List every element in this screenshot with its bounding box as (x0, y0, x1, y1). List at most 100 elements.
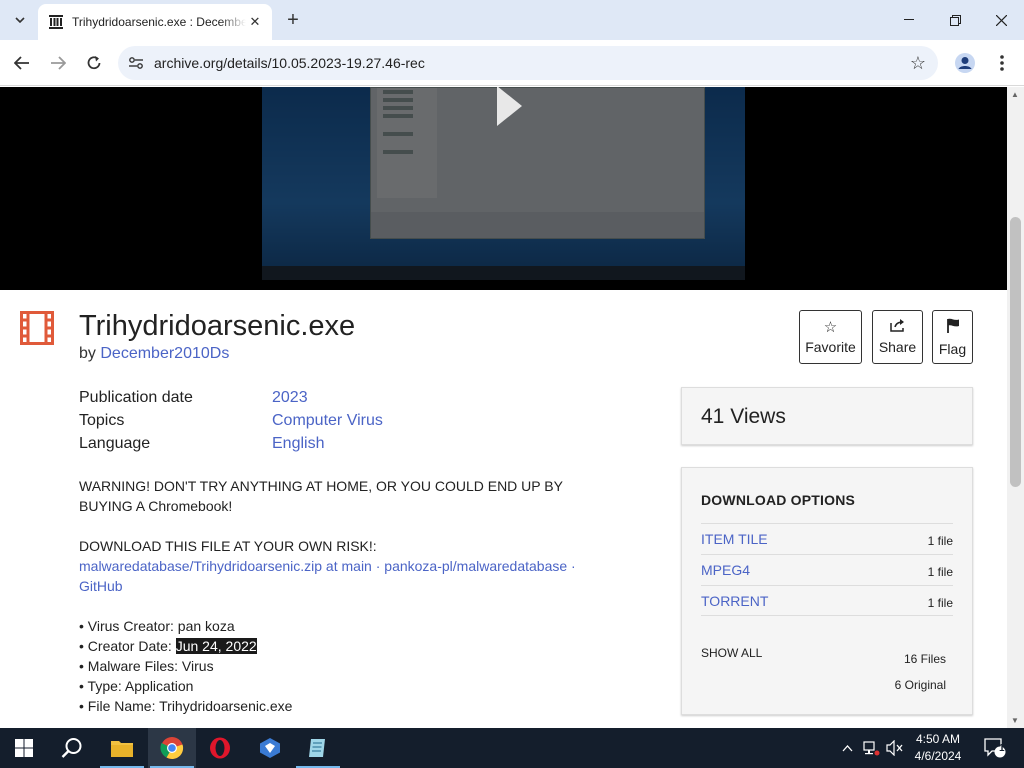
by-label: by (79, 345, 96, 362)
bullet-label: • Type: (79, 678, 125, 694)
download-torrent-link[interactable]: TORRENT (701, 593, 768, 609)
download-item-tile-link[interactable]: ITEM TILE (701, 531, 768, 547)
video-player[interactable] (0, 87, 1007, 290)
network-icon[interactable] (860, 728, 882, 768)
notification-count: 1 (999, 743, 1005, 754)
taskbar-app-notepad[interactable] (294, 728, 342, 768)
bullet-value: Virus (181, 658, 214, 674)
metadata-key: Language (79, 434, 151, 452)
warning-text: WARNING! DON'T TRY ANYTHING AT HOME, OR … (79, 478, 563, 514)
minimize-icon (904, 19, 914, 20)
flag-icon (946, 318, 960, 338)
url-text: archive.org/details/10.05.2023-19.27.46-… (154, 55, 425, 71)
back-button[interactable] (8, 49, 36, 77)
metadata-key: Publication date (79, 388, 193, 406)
favorite-label: Favorite (805, 338, 856, 355)
show-all-link[interactable]: SHOW ALL (701, 646, 762, 660)
views-panel: 41 Views (681, 387, 973, 445)
github-link[interactable]: malwaredatabase/Trihydridoarsenic.zip at… (79, 558, 576, 594)
bullet-value: pan koza (177, 618, 235, 634)
search-icon (61, 738, 82, 758)
bookmark-star-icon[interactable]: ☆ (910, 53, 926, 74)
taskbar-app-blue[interactable] (246, 728, 294, 768)
metadata-list: Publication date 2023 Topics Computer Vi… (79, 386, 383, 455)
item-description: WARNING! DON'T TRY ANYTHING AT HOME, OR … (79, 476, 599, 716)
close-tab-icon[interactable]: ✕ (246, 13, 264, 31)
scroll-down-icon[interactable]: ▼ (1011, 716, 1019, 725)
bullet-label: • Virus Creator: (79, 618, 178, 634)
video-thumbnail (262, 87, 745, 280)
bullet-item: • Virus Creator: pan koza (79, 616, 599, 636)
metadata-key: Topics (79, 411, 125, 429)
profile-button[interactable] (952, 50, 978, 76)
bullet-label: • Malware Files: (79, 658, 182, 674)
download-mpeg4-link[interactable]: MPEG4 (701, 562, 750, 578)
play-icon[interactable] (484, 87, 534, 126)
arrow-left-icon (14, 56, 29, 70)
bullet-value-selected: Jun 24, 2022 (175, 638, 257, 654)
reload-icon (87, 56, 101, 70)
taskbar-search-button[interactable] (48, 728, 96, 768)
file-count: 1 file (927, 534, 953, 548)
tab-strip: Trihydridoarsenic.exe : December2010Ds ✕… (0, 0, 1024, 40)
notification-center-button[interactable]: 1 (980, 728, 1010, 768)
forward-button[interactable] (44, 49, 72, 77)
bullet-label: • File Name: (79, 698, 160, 714)
flag-button[interactable]: Flag (932, 310, 973, 364)
download-note: DOWNLOAD THIS FILE AT YOUR OWN RISK!: (79, 538, 377, 554)
publication-date-link[interactable]: 2023 (272, 389, 308, 407)
volume-muted-icon[interactable] (884, 728, 906, 768)
share-button[interactable]: Share (872, 310, 923, 364)
item-creator: by December2010Ds (79, 345, 229, 363)
bullet-item: • Creator Date: Jun 24, 2022 (79, 636, 599, 656)
film-icon (20, 311, 54, 350)
menu-button[interactable] (992, 50, 1012, 76)
tab-search-button[interactable] (8, 8, 32, 32)
start-button[interactable] (0, 728, 48, 768)
site-settings-icon[interactable] (118, 56, 154, 70)
browser-tab[interactable]: Trihydridoarsenic.exe : December2010Ds ✕ (38, 4, 272, 40)
folder-icon (111, 741, 133, 757)
restore-button[interactable] (932, 0, 978, 40)
share-icon (889, 319, 906, 336)
metadata-row: Language English (79, 432, 383, 455)
scrollbar-thumb[interactable] (1010, 217, 1021, 487)
creator-link[interactable]: December2010Ds (100, 345, 229, 362)
arrow-right-icon (51, 56, 66, 70)
close-icon (995, 14, 1007, 26)
original-files: 6 Original (894, 678, 946, 692)
favorite-button[interactable]: ☆ Favorite (799, 310, 862, 364)
taskbar-chrome[interactable] (148, 728, 196, 768)
opera-icon (210, 737, 230, 759)
scroll-up-icon[interactable]: ▲ (1011, 90, 1019, 99)
system-clock[interactable]: 4:50 AM 4/6/2024 (904, 731, 972, 765)
close-window-button[interactable] (978, 0, 1024, 40)
page-viewport: Trihydridoarsenic.exe by December2010Ds … (0, 87, 1007, 728)
file-count: 1 file (927, 595, 953, 610)
metadata-row: Topics Computer Virus (79, 409, 383, 432)
download-row: MPEG4 1 file (701, 554, 953, 585)
browser-toolbar: archive.org/details/10.05.2023-19.27.46-… (0, 40, 1024, 86)
star-icon: ☆ (823, 318, 838, 336)
share-label: Share (878, 339, 917, 355)
minimize-button[interactable] (886, 0, 932, 40)
address-bar[interactable]: archive.org/details/10.05.2023-19.27.46-… (118, 46, 938, 80)
app-hexagon-icon (260, 738, 280, 758)
restore-icon (949, 14, 961, 26)
bullet-label: • Creator Date: (79, 638, 176, 654)
clock-date: 4/6/2024 (914, 749, 962, 763)
item-title: Trihydridoarsenic.exe (79, 310, 356, 342)
taskbar-opera[interactable] (196, 728, 244, 768)
new-tab-button[interactable]: + (282, 8, 304, 32)
taskbar-file-explorer[interactable] (98, 728, 146, 768)
download-options-panel: DOWNLOAD OPTIONS ITEM TILE 1 file MPEG4 … (681, 467, 973, 715)
download-options-title: DOWNLOAD OPTIONS (701, 492, 856, 508)
topics-link[interactable]: Computer Virus (272, 412, 383, 430)
bullet-value: Application (124, 678, 194, 694)
archive-favicon-icon (48, 14, 64, 30)
page-scrollbar[interactable]: ▲ ▼ (1007, 87, 1024, 728)
tray-chevron-icon[interactable] (838, 728, 856, 768)
reload-button[interactable] (80, 49, 108, 77)
download-row: ITEM TILE 1 file (701, 523, 953, 554)
language-link[interactable]: English (272, 435, 324, 453)
